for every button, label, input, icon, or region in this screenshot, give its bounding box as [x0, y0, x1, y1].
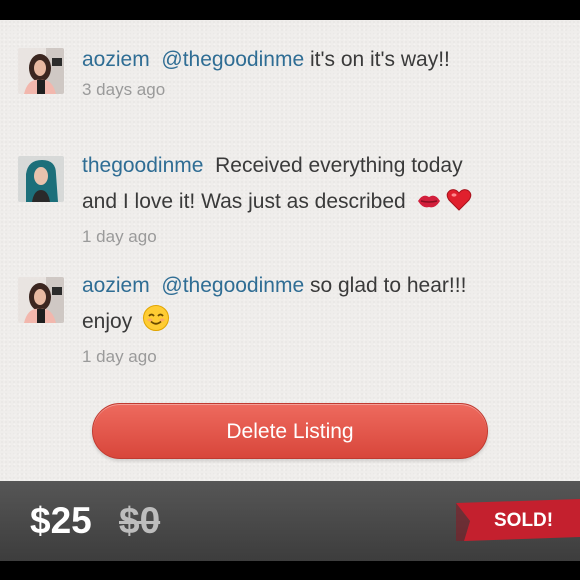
comment-timestamp: 3 days ago	[82, 80, 166, 99]
comment-username[interactable]: thegoodinme	[82, 154, 203, 177]
original-price: $0	[119, 500, 161, 541]
comment-body: it's on it's way!!	[309, 48, 450, 71]
user-avatar-aoziem-icon	[18, 48, 64, 94]
bottom-border	[0, 561, 580, 580]
comment-timestamp: 1 day ago	[82, 347, 157, 366]
avatar[interactable]	[18, 48, 64, 94]
price-bar: $25 $0 SOLD!	[0, 481, 580, 561]
comment-text: thegoodinme Received everything today an…	[82, 148, 522, 224]
app-frame: aoziem @thegoodinme it's on it's way!! 3…	[0, 0, 580, 580]
avatar[interactable]	[18, 277, 64, 323]
red-heart-icon	[446, 188, 472, 224]
comment-body-line2: and I love it! Was just as described	[82, 190, 406, 213]
comment-timestamp: 1 day ago	[82, 227, 157, 246]
comment-body-line1: so glad to hear!!!	[309, 274, 467, 297]
smiling-face-icon	[142, 304, 170, 344]
listing-price: $25	[30, 500, 92, 541]
comment-body-line2: enjoy	[82, 310, 133, 333]
comment-mention[interactable]: @thegoodinme	[161, 274, 304, 297]
comment-username[interactable]: aoziem	[82, 274, 150, 297]
avatar[interactable]	[18, 156, 64, 202]
comment-username[interactable]: aoziem	[82, 48, 150, 71]
user-avatar-thegoodinme-icon	[18, 156, 64, 202]
user-avatar-aoziem-icon	[18, 277, 64, 323]
comment-text: aoziem @thegoodinme so glad to hear!!! e…	[82, 268, 522, 344]
sold-badge: SOLD!	[494, 510, 554, 531]
comment-mention[interactable]: @thegoodinme	[161, 48, 304, 71]
delete-listing-button[interactable]: Delete Listing	[92, 403, 488, 459]
kiss-mark-icon	[416, 188, 442, 224]
comments-screen: aoziem @thegoodinme it's on it's way!! 3…	[0, 20, 580, 481]
comment-text: aoziem @thegoodinme it's on it's way!!	[82, 42, 522, 78]
comment-body-line1: Received everything today	[215, 154, 463, 177]
